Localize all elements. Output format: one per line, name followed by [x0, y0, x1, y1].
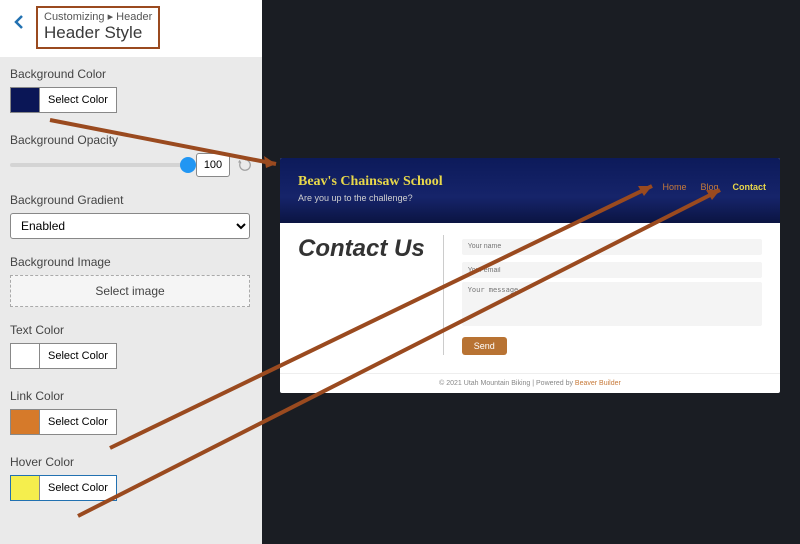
- bg-gradient-select[interactable]: Enabled: [10, 213, 250, 239]
- page-heading: Contact Us: [298, 235, 425, 263]
- link-color-picker[interactable]: Select Color: [10, 409, 117, 435]
- preview-heading-col: Contact Us: [298, 235, 444, 355]
- hover-color-swatch: [11, 476, 39, 500]
- preview-header: Beav's Chainsaw School Are you up to the…: [280, 158, 780, 223]
- link-color-label: Link Color: [10, 389, 252, 403]
- hover-color-label: Hover Color: [10, 455, 252, 469]
- select-image-button[interactable]: Select image: [10, 275, 250, 307]
- name-field[interactable]: [462, 239, 762, 255]
- hover-color-picker[interactable]: Select Color: [10, 475, 117, 501]
- nav-blog[interactable]: Blog: [700, 182, 718, 192]
- link-color-select-button[interactable]: Select Color: [39, 410, 116, 434]
- link-color-swatch: [11, 410, 39, 434]
- site-tagline: Are you up to the challenge?: [298, 193, 762, 203]
- section-bg-image: Background Image Select image: [0, 245, 262, 313]
- slider-thumb[interactable]: [180, 157, 196, 173]
- opacity-input[interactable]: [196, 153, 230, 177]
- preview-nav: Home Blog Contact: [662, 182, 766, 192]
- text-color-label: Text Color: [10, 323, 252, 337]
- footer-text: © 2021 Utah Mountain Biking | Powered by: [439, 380, 575, 387]
- bg-color-select-button[interactable]: Select Color: [39, 88, 116, 112]
- bg-opacity-label: Background Opacity: [10, 133, 252, 147]
- message-field[interactable]: [462, 282, 762, 326]
- customizer-sidebar: Customizing ▸ Header Header Style Backgr…: [0, 0, 262, 544]
- bg-color-label: Background Color: [10, 67, 252, 81]
- bg-color-swatch: [11, 88, 39, 112]
- footer-link[interactable]: Beaver Builder: [575, 380, 621, 387]
- preview-footer: © 2021 Utah Mountain Biking | Powered by…: [280, 373, 780, 393]
- contact-form: Send: [462, 235, 762, 355]
- section-bg-opacity: Background Opacity: [0, 123, 262, 183]
- section-hover-color: Hover Color Select Color: [0, 445, 262, 511]
- breadcrumb: Customizing ▸ Header: [44, 10, 152, 23]
- preview-pane: Beav's Chainsaw School Are you up to the…: [280, 158, 780, 393]
- section-link-color: Link Color Select Color: [0, 379, 262, 445]
- bg-image-label: Background Image: [10, 255, 252, 269]
- section-bg-color: Background Color Select Color: [0, 57, 262, 123]
- text-color-picker[interactable]: Select Color: [10, 343, 117, 369]
- bg-gradient-label: Background Gradient: [10, 193, 252, 207]
- reset-icon[interactable]: [238, 158, 252, 172]
- text-color-swatch: [11, 344, 39, 368]
- nav-contact[interactable]: Contact: [733, 182, 767, 192]
- opacity-slider[interactable]: [10, 163, 188, 167]
- section-text-color: Text Color Select Color: [0, 313, 262, 379]
- page-title: Header Style: [44, 23, 152, 43]
- preview-body: Contact Us Send: [280, 223, 780, 373]
- bg-color-picker[interactable]: Select Color: [10, 87, 117, 113]
- sidebar-header: Customizing ▸ Header Header Style: [0, 0, 262, 57]
- back-button[interactable]: [12, 14, 28, 30]
- hover-color-select-button[interactable]: Select Color: [39, 476, 116, 500]
- nav-home[interactable]: Home: [662, 182, 686, 192]
- section-bg-gradient: Background Gradient Enabled: [0, 183, 262, 245]
- title-highlight-box: Customizing ▸ Header Header Style: [36, 6, 160, 49]
- send-button[interactable]: Send: [462, 337, 507, 355]
- email-field[interactable]: [462, 262, 762, 278]
- text-color-select-button[interactable]: Select Color: [39, 344, 116, 368]
- chevron-left-icon: [12, 14, 28, 30]
